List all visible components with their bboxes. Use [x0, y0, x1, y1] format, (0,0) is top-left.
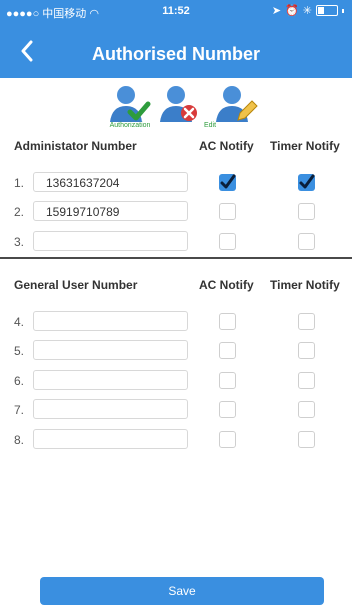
- status-bar: ●●●●○ 中国移动 ◠ 11:52 ➤ ⏰ ✳: [0, 0, 352, 22]
- ac-notify-checkbox[interactable]: [219, 342, 236, 359]
- number-field[interactable]: [33, 429, 188, 449]
- general-row-8: 8.: [0, 429, 352, 451]
- timer-notify-checkbox[interactable]: [298, 174, 315, 191]
- number-field[interactable]: 15919710789: [33, 201, 188, 221]
- battery-icon: [316, 5, 338, 16]
- section-divider: [0, 257, 352, 259]
- admin-heading: Administator Number: [14, 139, 137, 153]
- number-field[interactable]: [33, 370, 188, 390]
- number-field[interactable]: [33, 340, 188, 360]
- user-edit-icon: [216, 86, 258, 122]
- general-row-4: 4.: [0, 311, 352, 333]
- admin-row-3: 3.: [0, 231, 352, 253]
- number-field[interactable]: [33, 311, 188, 331]
- number-field[interactable]: [33, 399, 188, 419]
- row-index: 5.: [14, 344, 25, 358]
- user-delete-icon: [160, 86, 197, 122]
- timer-notify-checkbox[interactable]: [298, 233, 315, 250]
- row-index: 1.: [14, 176, 25, 190]
- edit-button[interactable]: Edit: [204, 84, 258, 134]
- checkmark-icon: [299, 174, 315, 189]
- admin-row-2: 2. 15919710789: [0, 201, 352, 223]
- location-icon: ➤: [271, 5, 282, 17]
- admin-ac-heading: AC Notify: [199, 139, 254, 153]
- general-row-6: 6.: [0, 370, 352, 392]
- edit-label: Edit: [203, 122, 217, 129]
- number-field[interactable]: [33, 231, 188, 251]
- timer-notify-checkbox[interactable]: [298, 372, 315, 389]
- general-row-5: 5.: [0, 340, 352, 362]
- number-field[interactable]: 13631637204: [33, 172, 188, 192]
- general-heading: General User Number: [14, 278, 138, 292]
- timer-notify-checkbox[interactable]: [298, 203, 315, 220]
- timer-notify-checkbox[interactable]: [298, 313, 315, 330]
- alarm-icon: ⏰: [285, 5, 299, 17]
- admin-section-header: Administator Number AC Notify Timer Noti…: [0, 139, 352, 157]
- user-authorize-icon: [110, 86, 151, 122]
- row-index: 6.: [14, 374, 25, 388]
- ac-notify-checkbox[interactable]: [219, 174, 236, 191]
- battery-tip: [342, 8, 344, 13]
- general-row-7: 7.: [0, 399, 352, 421]
- ac-notify-checkbox[interactable]: [219, 431, 236, 448]
- row-index: 8.: [14, 433, 25, 447]
- authorization-label: Authorization: [109, 122, 151, 129]
- ac-notify-checkbox[interactable]: [219, 401, 236, 418]
- timer-notify-checkbox[interactable]: [298, 401, 315, 418]
- general-timer-heading: Timer Notify: [270, 278, 340, 292]
- bluetooth-icon: ✳: [302, 5, 312, 17]
- timer-notify-checkbox[interactable]: [298, 342, 315, 359]
- row-index: 4.: [14, 315, 25, 329]
- row-index: 2.: [14, 205, 25, 219]
- timer-notify-checkbox[interactable]: [298, 431, 315, 448]
- action-toolbar: Authorization Edit: [0, 84, 352, 134]
- ac-notify-checkbox[interactable]: [219, 233, 236, 250]
- page-title: Authorised Number: [91, 44, 260, 64]
- general-section-header: General User Number AC Notify Timer Noti…: [0, 278, 352, 296]
- row-index: 7.: [14, 403, 25, 417]
- authorization-button[interactable]: Authorization: [108, 84, 152, 134]
- ac-notify-checkbox[interactable]: [219, 203, 236, 220]
- ac-notify-checkbox[interactable]: [219, 372, 236, 389]
- general-ac-heading: AC Notify: [199, 278, 254, 292]
- ac-notify-checkbox[interactable]: [219, 313, 236, 330]
- status-icons: ➤ ⏰ ✳: [272, 4, 344, 17]
- checkmark-icon: [220, 174, 236, 189]
- admin-row-1: 1. 13631637204: [0, 172, 352, 194]
- app-header: ●●●●○ 中国移动 ◠ 11:52 ➤ ⏰ ✳ Authorised Numb…: [0, 0, 352, 78]
- admin-timer-heading: Timer Notify: [270, 139, 340, 153]
- row-index: 3.: [14, 235, 25, 249]
